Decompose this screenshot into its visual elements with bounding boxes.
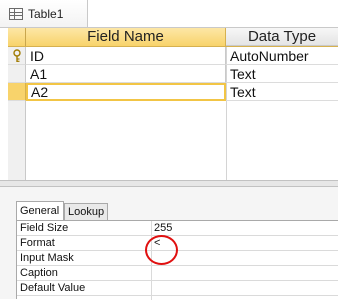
column-header-field-name[interactable]: Field Name	[26, 28, 226, 46]
field-name-cell[interactable]: A1	[26, 65, 226, 83]
document-tab[interactable]: Table1	[0, 0, 88, 28]
document-tab-title: Table1	[28, 7, 64, 21]
row-selector[interactable]	[8, 83, 26, 101]
table-row: A1 Text	[8, 65, 338, 83]
property-label: Format	[20, 237, 55, 249]
table-icon	[9, 8, 23, 20]
table-row: ID AutoNumber	[8, 47, 338, 65]
annotation-circle	[145, 235, 178, 265]
tab-lookup[interactable]: Lookup	[64, 203, 108, 220]
property-row-default-value: Default Value	[17, 281, 338, 296]
field-name-cell[interactable]: ID	[26, 47, 226, 65]
data-type-cell[interactable]: Text	[226, 83, 338, 101]
table-row-selected: A2 Text	[8, 83, 338, 101]
table-design-grid: Field Name Data Type ID AutoNumber A1 Te…	[8, 28, 338, 180]
pane-splitter[interactable]	[0, 180, 338, 187]
grid-header: Field Name Data Type	[8, 28, 338, 47]
property-label: Field Size	[20, 222, 69, 234]
properties-sheet: Field Size 255 Format < Input Mask Capti…	[16, 220, 338, 300]
field-name-cell[interactable]: A2	[26, 83, 226, 101]
data-type-cell[interactable]: AutoNumber	[226, 47, 338, 65]
property-label: Caption	[20, 267, 58, 279]
row-selector[interactable]	[8, 65, 26, 83]
property-label: Input Mask	[20, 252, 74, 264]
column-header-data-type[interactable]: Data Type	[226, 28, 338, 46]
select-all-corner[interactable]	[8, 28, 26, 46]
property-row-caption: Caption	[17, 266, 338, 281]
property-row-field-size: Field Size 255	[17, 221, 338, 236]
tab-general[interactable]: General	[16, 201, 64, 221]
row-selector[interactable]	[8, 47, 26, 65]
property-label: Default Value	[20, 282, 86, 294]
key-icon	[13, 49, 21, 62]
property-value[interactable]: 255	[154, 221, 172, 235]
data-type-cell[interactable]: Text	[226, 65, 338, 83]
